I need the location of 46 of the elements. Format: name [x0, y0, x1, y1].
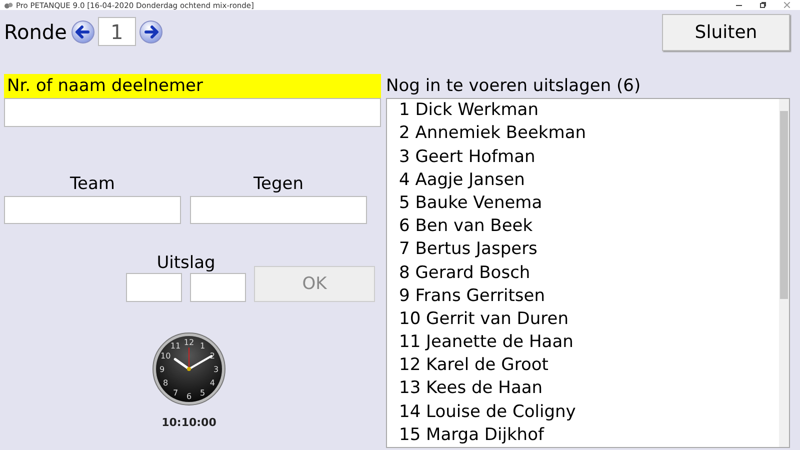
app-icon	[4, 1, 13, 10]
clock-numeral: 2	[210, 352, 215, 361]
list-item[interactable]: 2 Annemiek Beekman	[399, 122, 779, 146]
opponent-label: Tegen	[254, 174, 304, 194]
minimize-icon[interactable]	[736, 2, 742, 8]
score-field[interactable]	[190, 273, 246, 302]
list-item[interactable]: 15 Marga Dijkhof	[399, 424, 779, 447]
clock-numeral: 8	[163, 378, 168, 388]
clock-numeral: 5	[200, 388, 206, 398]
clock-numeral: 1	[200, 342, 206, 351]
list-title: Nog in te voeren uitslagen (6)	[386, 75, 642, 98]
list-item[interactable]: 8 Gerard Bosch	[399, 262, 779, 285]
participant-field[interactable]	[4, 98, 381, 128]
participant-label: Nr. of naam deelnemer	[4, 74, 381, 98]
list-item[interactable]: 9 Frans Gerritsen	[399, 284, 779, 308]
opponent-field[interactable]	[190, 196, 367, 224]
clock-numeral: 4	[210, 378, 215, 388]
list-item[interactable]: 1 Dick Werkman	[399, 99, 779, 122]
list-item[interactable]: 4 Aagje Jansen	[399, 168, 779, 192]
round-field[interactable]: 1	[98, 17, 136, 46]
list-item[interactable]: 5 Bauke Venema	[399, 192, 779, 216]
clock-numeral: 11	[170, 342, 181, 351]
score-field[interactable]	[126, 273, 182, 302]
list-item[interactable]: 11 Jeanette de Haan	[399, 331, 779, 354]
list-item[interactable]: 3 Geert Hofman	[399, 146, 779, 169]
clock-numeral: 3	[213, 365, 219, 374]
result-label: Uitslag	[156, 253, 216, 274]
round-label: Ronde	[4, 20, 67, 44]
list-item[interactable]: 7 Bertus Jaspers	[399, 238, 779, 262]
scrollbar[interactable]	[779, 99, 789, 447]
list-item[interactable]: 10 Gerrit van Duren	[399, 308, 779, 332]
clock-numeral: 9	[159, 365, 165, 374]
clock-numeral: 6	[186, 392, 192, 402]
close-icon[interactable]	[784, 2, 790, 8]
list-item[interactable]: 13 Kees de Haan	[399, 377, 779, 401]
clock-time: 10:10:00	[162, 416, 216, 430]
list-item[interactable]: 12 Karel de Groot	[399, 354, 779, 378]
restore-icon[interactable]	[760, 2, 766, 8]
team-field[interactable]	[4, 196, 181, 224]
clock-numeral: 7	[172, 388, 178, 398]
clock-numeral: 10	[160, 352, 171, 361]
clock-numeral: 12	[184, 338, 194, 348]
list-item[interactable]: 14 Louise de Coligny	[399, 400, 779, 424]
list-item[interactable]: 6 Ben van Beek	[399, 215, 779, 238]
close-button[interactable]: Sluiten	[662, 14, 790, 52]
team-label: Team	[70, 174, 115, 194]
